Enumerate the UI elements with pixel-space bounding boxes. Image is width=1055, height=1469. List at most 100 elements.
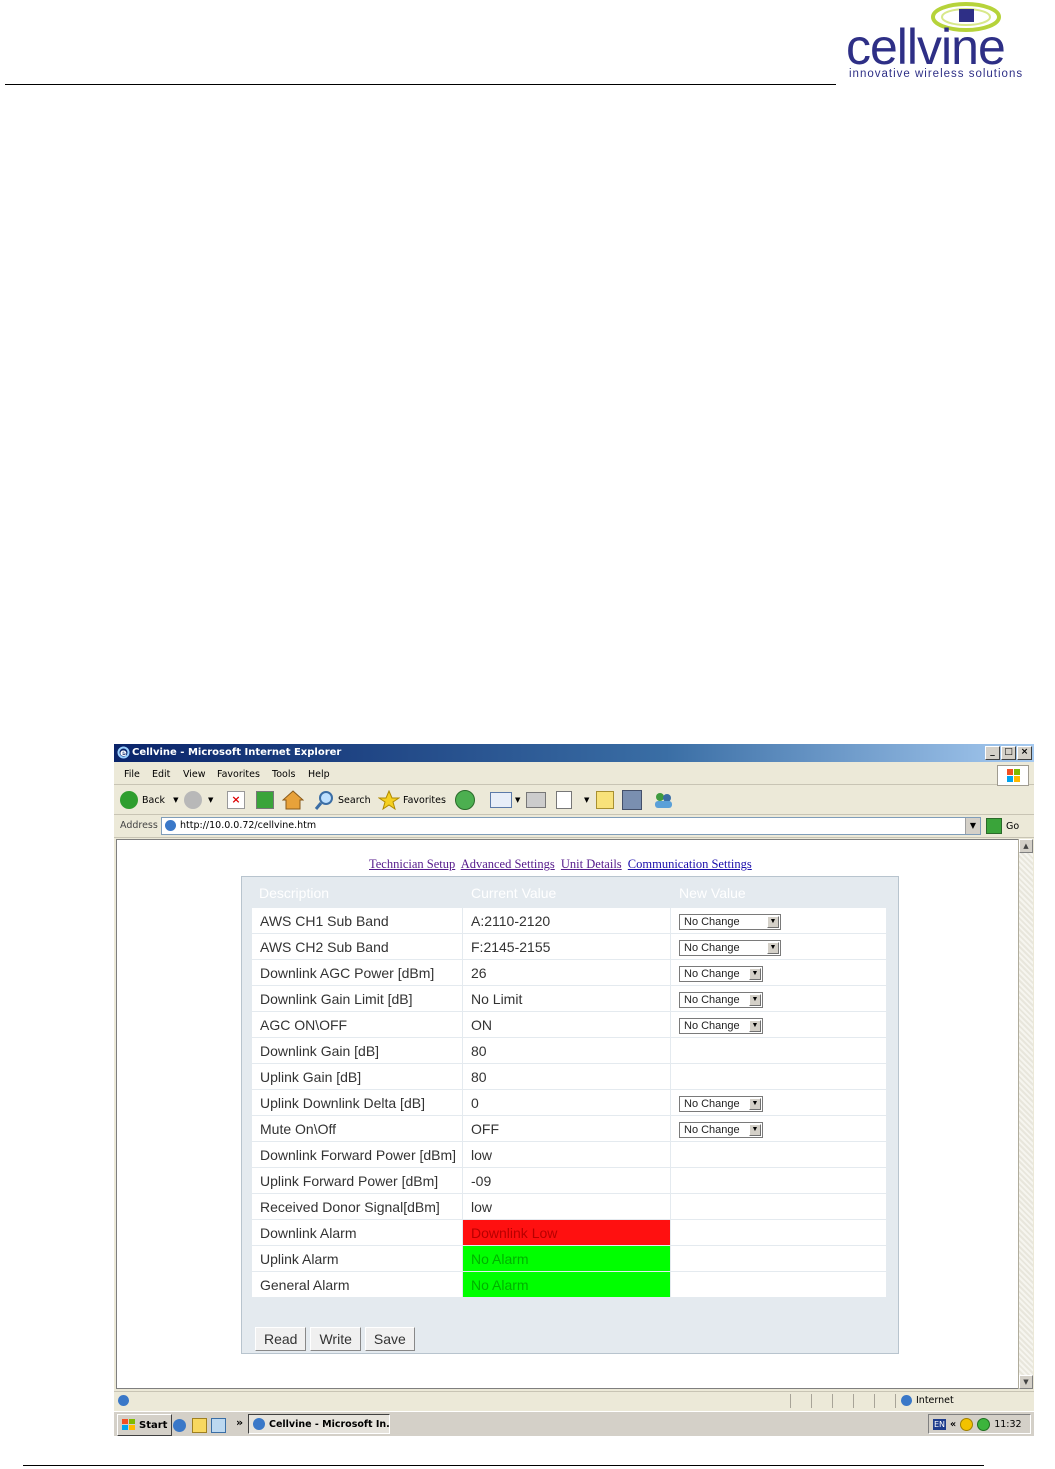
stop-icon: × [227, 791, 245, 809]
messenger-button[interactable] [652, 790, 674, 810]
minimize-button[interactable]: _ [985, 746, 1000, 760]
read-button[interactable]: Read [255, 1327, 307, 1351]
address-label: Address [120, 820, 158, 831]
go-label: Go [1006, 820, 1020, 832]
mail-button[interactable]: ▼ [490, 790, 520, 810]
title-bar[interactable]: e Cellvine - Microsoft Internet Explorer… [114, 744, 1034, 762]
mail-icon [490, 792, 512, 808]
menu-help[interactable]: Help [308, 769, 330, 780]
research-icon [622, 790, 642, 810]
close-button[interactable]: × [1017, 746, 1032, 760]
search-icon [314, 791, 333, 810]
row-new-value [670, 1063, 887, 1090]
header-new-value: New Value [679, 885, 746, 901]
forward-arrow-icon [184, 791, 202, 809]
tray-expand-chevron[interactable]: « [950, 1419, 956, 1430]
go-button[interactable]: Go [986, 818, 1019, 834]
menu-file[interactable]: File [124, 769, 140, 780]
security-zone: Internet [901, 1395, 954, 1406]
scroll-up-icon[interactable]: ▲ [1019, 839, 1033, 853]
quicklaunch-more-chevron[interactable]: » [236, 1416, 243, 1429]
search-label: Search [338, 794, 371, 806]
row-description: AGC ON\OFF [251, 1011, 463, 1038]
gain-limit-select[interactable]: No Change ▼ [679, 991, 763, 1008]
menu-bar: File Edit View Favorites Tools Help [114, 764, 1034, 786]
restore-button[interactable]: □ [1001, 746, 1016, 760]
home-icon [282, 790, 304, 810]
write-button[interactable]: Write [310, 1327, 361, 1351]
language-indicator[interactable]: EN [933, 1418, 947, 1430]
window-title: Cellvine - Microsoft Internet Explorer [132, 747, 342, 758]
note-icon [596, 791, 614, 809]
refresh-button[interactable] [256, 790, 274, 810]
table-row: Downlink Alarm Downlink Low [251, 1219, 887, 1246]
quicklaunch-desktop-icon[interactable] [211, 1418, 226, 1433]
aws-ch1-select[interactable]: No Change ▼ [679, 913, 781, 930]
logo-tagline: innovative wireless solutions [849, 68, 1024, 80]
settings-table: AWS CH1 Sub Band A:2110-2120 No Change ▼ … [251, 907, 887, 1298]
forward-button[interactable]: ▼ [184, 790, 213, 810]
menu-favorites[interactable]: Favorites [217, 769, 260, 780]
row-current-value: 80 [462, 1037, 671, 1064]
settings-panel: Description Current Value New Value AWS … [241, 876, 899, 1354]
address-bar: Address http://10.0.0.72/cellvine.htm ▼ … [114, 815, 1034, 838]
row-new-value [670, 1219, 887, 1246]
start-button[interactable]: Start [117, 1414, 173, 1436]
print-button[interactable] [526, 790, 546, 810]
table-row: Downlink Gain Limit [dB] No Limit No Cha… [251, 985, 887, 1012]
address-url: http://10.0.0.72/cellvine.htm [180, 820, 317, 831]
row-current-value: OFF [462, 1115, 671, 1142]
aws-ch2-select[interactable]: No Change ▼ [679, 939, 781, 956]
row-description: Uplink Downlink Delta [dB] [251, 1089, 463, 1116]
security-shield-icon[interactable] [960, 1417, 974, 1431]
vertical-scrollbar[interactable]: ▲ ▼ [1018, 839, 1033, 1389]
windows-flag-icon [122, 1419, 135, 1430]
row-current-value: -09 [462, 1167, 671, 1194]
agc-power-select[interactable]: No Change ▼ [679, 965, 763, 982]
favorites-label: Favorites [403, 794, 446, 806]
link-communication-settings[interactable]: Communication Settings [628, 857, 752, 871]
link-advanced-settings[interactable]: Advanced Settings [461, 857, 555, 871]
history-button[interactable] [455, 790, 475, 810]
status-bar: Internet [114, 1391, 1034, 1410]
mute-select[interactable]: No Change ▼ [679, 1121, 763, 1138]
agc-onoff-select[interactable]: No Change ▼ [679, 1017, 763, 1034]
row-description: Downlink AGC Power [dBm] [251, 959, 463, 986]
menu-view[interactable]: View [183, 769, 206, 780]
address-dropdown-button[interactable]: ▼ [965, 818, 980, 834]
research-button[interactable] [622, 790, 642, 810]
chevron-down-icon: ▼ [749, 1019, 761, 1032]
back-arrow-icon [120, 791, 138, 809]
row-description: Downlink Gain Limit [dB] [251, 985, 463, 1012]
task-button-ie[interactable]: Cellvine - Microsoft In... [248, 1414, 390, 1434]
table-row: Downlink Gain [dB] 80 [251, 1037, 887, 1064]
save-button[interactable]: Save [364, 1327, 415, 1351]
stop-button[interactable]: × [227, 790, 245, 810]
clock: 11:32 [994, 1418, 1022, 1430]
network-icon[interactable] [977, 1417, 991, 1431]
quicklaunch-folder-icon[interactable] [192, 1418, 207, 1433]
menu-tools[interactable]: Tools [272, 769, 295, 780]
ie-task-icon [253, 1418, 265, 1430]
header-current-value: Current Value [471, 885, 557, 901]
row-new-value [670, 1193, 887, 1220]
search-button[interactable]: Search [314, 790, 371, 810]
row-current-value: 80 [462, 1063, 671, 1090]
discuss-button[interactable] [596, 790, 614, 810]
page-status-icon [118, 1395, 129, 1406]
edit-button[interactable]: ▼ [556, 790, 589, 810]
row-new-value [670, 1037, 887, 1064]
row-new-value [670, 1245, 887, 1272]
home-button[interactable] [282, 790, 304, 810]
menu-edit[interactable]: Edit [152, 769, 170, 780]
scroll-down-icon[interactable]: ▼ [1019, 1375, 1033, 1389]
delta-select[interactable]: No Change ▼ [679, 1095, 763, 1112]
chevron-down-icon: ▼ [767, 941, 779, 954]
header-divider [5, 84, 836, 85]
quicklaunch-ie-icon[interactable] [173, 1419, 186, 1432]
link-unit-details[interactable]: Unit Details [561, 857, 622, 871]
favorites-button[interactable]: Favorites [378, 790, 446, 810]
link-technician-setup[interactable]: Technician Setup [369, 857, 455, 871]
address-input[interactable]: http://10.0.0.72/cellvine.htm ▼ [161, 817, 981, 835]
back-button[interactable]: Back ▼ [120, 790, 178, 810]
